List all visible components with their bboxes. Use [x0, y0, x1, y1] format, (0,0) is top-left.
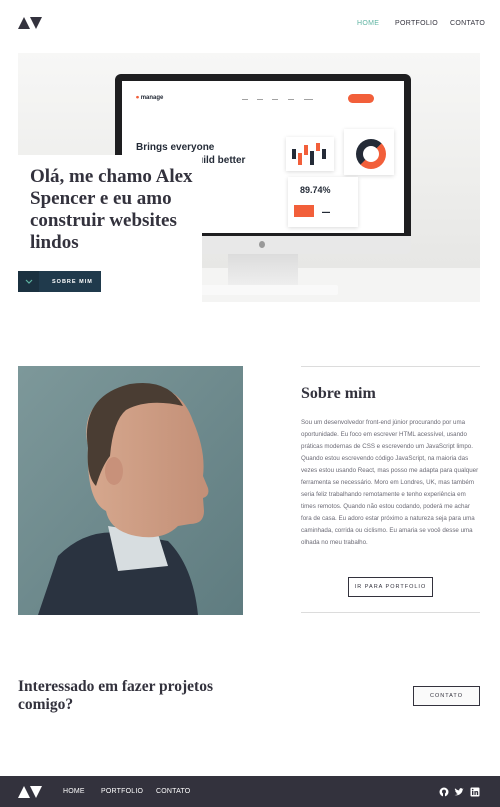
- screen-nav-item: ▬▬: [288, 97, 294, 101]
- screen-nav-item: ▬▬: [242, 97, 248, 101]
- footer-logo-icon[interactable]: [18, 786, 42, 798]
- screen-card-bars: [286, 137, 334, 171]
- apple-logo-icon: [259, 241, 265, 248]
- nav-home-link[interactable]: HOME: [357, 20, 379, 27]
- screen-stat: 89.74%: [300, 185, 331, 195]
- screen-button: [348, 94, 374, 103]
- go-to-portfolio-button[interactable]: IR PARA PORTFOLIO: [348, 577, 433, 597]
- screen-nav-item: ▬▬: [257, 97, 263, 101]
- screen-nav-item: ▬▬: [272, 97, 278, 101]
- chevron-down-icon: [18, 271, 39, 292]
- about-divider-top: [301, 366, 480, 367]
- nav-contact-link[interactable]: CONTATO: [450, 20, 485, 27]
- hero-title: Olá, me chamo Alex Spencer e eu amo cons…: [30, 166, 193, 253]
- about-divider-bottom: [301, 612, 480, 613]
- about-me-button-label: SOBRE MIM: [52, 278, 93, 285]
- about-title: Sobre mim: [301, 385, 376, 402]
- logo-icon[interactable]: [18, 17, 42, 29]
- keyboard: [188, 285, 338, 295]
- screen-small-value: ▬▬: [322, 209, 330, 214]
- footer-portfolio-link[interactable]: PORTFOLIO: [101, 788, 143, 795]
- screen-donut: [356, 139, 386, 169]
- linkedin-icon[interactable]: [470, 787, 480, 797]
- screen-brand: ⦁ manage: [136, 95, 164, 101]
- github-icon[interactable]: [439, 787, 449, 797]
- nav-portfolio-link[interactable]: PORTFOLIO: [395, 20, 438, 27]
- profile-photo: [18, 366, 243, 615]
- footer-home-link[interactable]: HOME: [63, 788, 85, 795]
- screen-nav-item: ▬▬▬: [304, 97, 313, 101]
- about-body: Sou um desenvolvedor front-end júnior pr…: [301, 419, 479, 546]
- cta-title: Interessado em fazer projetos comigo?: [18, 678, 213, 713]
- about-me-button[interactable]: SOBRE MIM: [18, 271, 101, 292]
- footer: HOME PORTFOLIO CONTATO: [0, 776, 500, 807]
- screen-orange-box: [294, 205, 314, 217]
- twitter-icon[interactable]: [454, 787, 464, 797]
- footer-contact-link[interactable]: CONTATO: [156, 788, 190, 795]
- contact-button[interactable]: CONTATO: [413, 686, 480, 706]
